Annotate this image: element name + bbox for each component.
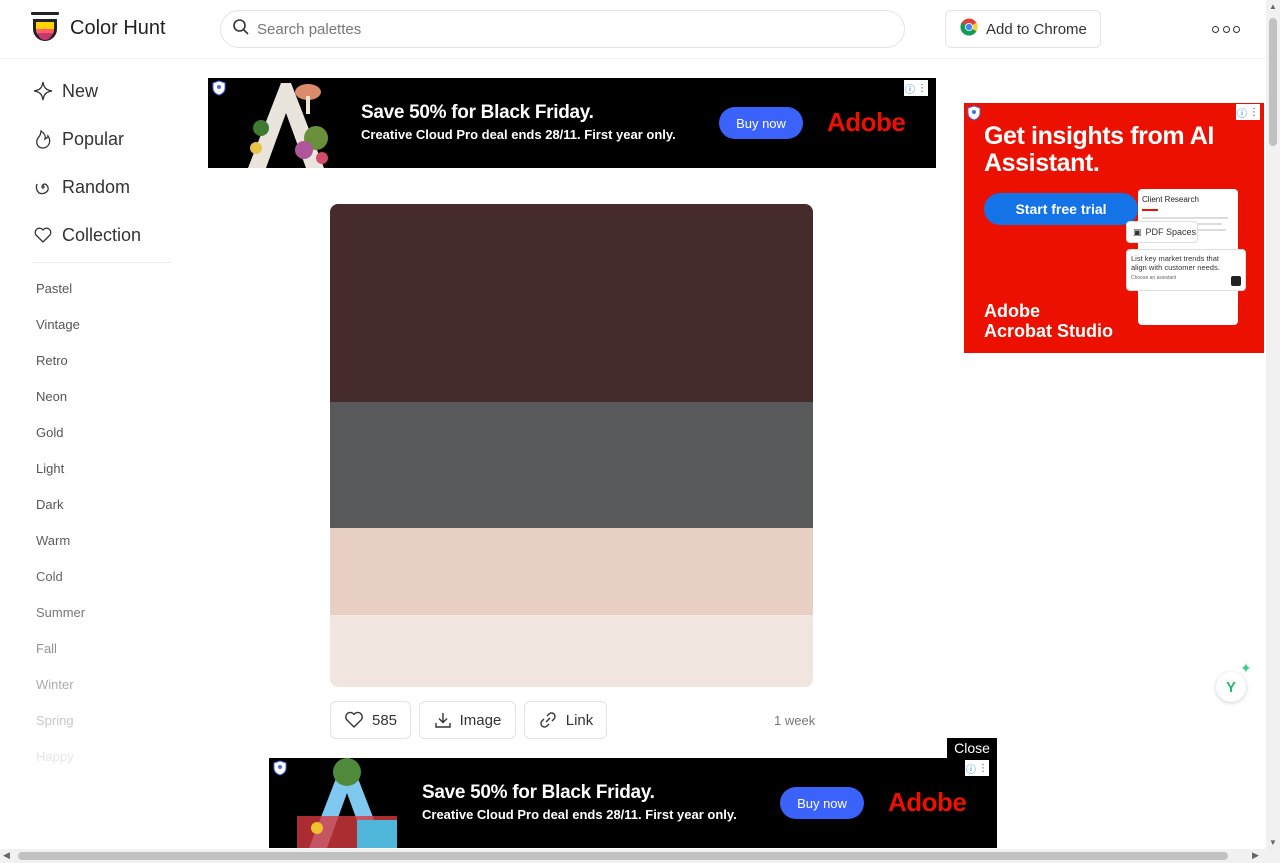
tag-retro[interactable]: Retro (36, 353, 68, 368)
diamond-icon (32, 80, 54, 102)
tag-dark[interactable]: Dark (36, 497, 63, 512)
nav-collection[interactable]: Collection (32, 220, 141, 250)
heart-icon (344, 711, 364, 729)
horizontal-scroll-thumb[interactable] (18, 852, 1228, 860)
tag-warm[interactable]: Warm (36, 533, 70, 548)
search-icon (233, 18, 249, 40)
palette-swatch-4[interactable] (330, 615, 813, 687)
side-ad-headline: Get insights from AI Assistant. (984, 122, 1214, 177)
side-ad-brand-line1: Adobe (984, 301, 1040, 321)
assistant-prompt-text: List key market trends that align with c… (1131, 254, 1220, 272)
ad-choices-icon[interactable]: ⓘ ⋮ (1236, 104, 1260, 120)
tag-gold[interactable]: Gold (36, 425, 63, 440)
tag-vintage[interactable]: Vintage (36, 317, 80, 332)
nav-collection-label: Collection (62, 224, 142, 245)
bottom-ad-brand: Adobe (888, 787, 967, 817)
palette-swatch-3[interactable] (330, 528, 813, 615)
link-button-label: Link (565, 711, 594, 729)
sparkle-icon: ✦ (1240, 660, 1252, 676)
scroll-down-icon[interactable]: ▼ (1269, 838, 1277, 847)
vertical-scroll-thumb[interactable] (1269, 18, 1277, 146)
chrome-icon (960, 18, 978, 40)
header: Color Hunt Add to Chrome (0, 0, 1266, 59)
vertical-scrollbar[interactable]: ▲ ▼ (1266, 0, 1280, 849)
tag-spring[interactable]: Spring (36, 713, 74, 728)
side-ad-brand-line2: Acrobat Studio (984, 321, 1113, 341)
logo-text: Color Hunt (70, 17, 166, 39)
download-image-button[interactable]: Image (419, 701, 516, 739)
ad-shield-icon (212, 80, 226, 96)
top-ad-buy-button[interactable]: Buy now (719, 107, 803, 139)
close-ad-button[interactable]: Close (947, 738, 997, 758)
palette-swatch-1[interactable] (330, 204, 813, 402)
ad-shield-icon (273, 760, 287, 776)
adobe-art-image (297, 758, 397, 848)
scroll-up-icon[interactable]: ▲ (1269, 2, 1277, 11)
pdf-spaces-label: PDF Spaces (1145, 227, 1197, 237)
tag-happy[interactable]: Happy (36, 749, 74, 764)
color-palette[interactable] (330, 204, 813, 687)
palette-date: 1 week (774, 713, 816, 728)
like-button[interactable]: 585 (330, 701, 411, 739)
nav-new-label: New (62, 80, 99, 101)
nav-random[interactable]: Random (32, 172, 130, 202)
download-icon (434, 711, 452, 729)
adobe-art-image (236, 78, 336, 168)
ad-choices-icon[interactable]: ⓘ ⋮ (965, 760, 989, 776)
more-icon[interactable] (1212, 22, 1240, 36)
add-to-chrome-button[interactable]: Add to Chrome (945, 10, 1101, 48)
link-icon (538, 711, 558, 729)
choose-assistant-text: Choose an assistant (1131, 275, 1177, 281)
bottom-ad-buy-button[interactable]: Buy now (780, 787, 864, 819)
bottom-ad-banner[interactable]: Save 50% for Black Friday. Creative Clou… (269, 758, 997, 848)
ad-shield-icon (967, 105, 981, 121)
bottom-ad-headline: Save 50% for Black Friday. (422, 782, 655, 803)
nav-random-label: Random (62, 176, 131, 197)
tag-neon[interactable]: Neon (36, 389, 67, 404)
nav-popular-label: Popular (62, 128, 125, 149)
assistant-prompt-card: List key market trends that align with c… (1126, 249, 1246, 291)
tag-cold[interactable]: Cold (36, 569, 63, 584)
like-count: 585 (371, 711, 398, 729)
image-button-label: Image (459, 711, 502, 729)
scroll-left-icon[interactable]: ◀ (3, 850, 10, 861)
add-to-chrome-label: Add to Chrome (986, 20, 1087, 38)
side-ad-brand: Adobe Acrobat Studio (984, 301, 1113, 341)
flame-icon (32, 128, 54, 150)
palette-swatch-2[interactable] (330, 402, 813, 528)
heart-icon (32, 224, 54, 246)
horizontal-scrollbar[interactable]: ◀ ▶ (0, 849, 1266, 863)
start-free-trial-button[interactable]: Start free trial (984, 193, 1138, 225)
pdf-spaces-chip: ▣ PDF Spaces (1126, 221, 1198, 243)
side-ad-banner[interactable]: ⓘ ⋮ Get insights from AI Assistant. Start… (964, 103, 1264, 353)
spiral-icon (32, 176, 54, 198)
sidebar: New Popular Random Collection Pastel Vin… (0, 60, 190, 850)
top-ad-banner[interactable]: Save 50% for Black Friday. Creative Clou… (208, 78, 936, 168)
color-hunt-logo-icon (28, 11, 62, 46)
search-input[interactable] (257, 20, 857, 38)
nav-popular[interactable]: Popular (32, 124, 124, 154)
tag-fall[interactable]: Fall (36, 641, 57, 656)
scroll-right-icon[interactable]: ▶ (1252, 850, 1259, 861)
bottom-ad-subtext: Creative Cloud Pro deal ends 28/11. Firs… (422, 807, 737, 822)
top-ad-subtext: Creative Cloud Pro deal ends 28/11. Firs… (361, 127, 676, 142)
tag-light[interactable]: Light (36, 461, 64, 476)
scrollbar-corner (1266, 849, 1280, 863)
tag-winter[interactable]: Winter (36, 677, 74, 692)
copy-link-button[interactable]: Link (524, 701, 607, 739)
mock-title: Client Research (1142, 195, 1199, 204)
search-bar[interactable] (220, 10, 905, 48)
sidebar-divider (32, 262, 172, 263)
tag-pastel[interactable]: Pastel (36, 281, 72, 296)
tag-summer[interactable]: Summer (36, 605, 85, 620)
ad-choices-icon[interactable]: ⓘ ⋮ (904, 80, 928, 96)
nav-new[interactable]: New (32, 76, 98, 106)
logo[interactable]: Color Hunt (28, 11, 166, 46)
top-ad-brand: Adobe (827, 107, 906, 137)
top-ad-headline: Save 50% for Black Friday. (361, 102, 594, 123)
